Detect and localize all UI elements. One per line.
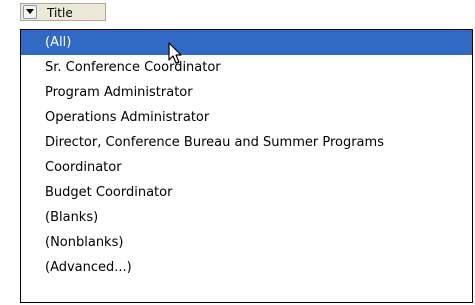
filter-option-budget-coordinator[interactable]: Budget Coordinator bbox=[21, 180, 472, 205]
filter-option-advanced[interactable]: (Advanced...) bbox=[21, 255, 472, 280]
filter-option-sr-conference-coordinator[interactable]: Sr. Conference Coordinator bbox=[21, 55, 472, 80]
filter-options-list: (All) Sr. Conference Coordinator Program… bbox=[21, 30, 472, 280]
dropdown-arrow-icon bbox=[26, 9, 34, 14]
column-header-title: Title bbox=[20, 3, 106, 21]
filter-option-director-conference-bureau[interactable]: Director, Conference Bureau and Summer P… bbox=[21, 130, 472, 155]
filter-option-all[interactable]: (All) bbox=[21, 30, 472, 55]
filter-option-program-administrator[interactable]: Program Administrator bbox=[21, 80, 472, 105]
column-header-label: Title bbox=[47, 6, 73, 20]
filter-option-nonblanks[interactable]: (Nonblanks) bbox=[21, 230, 472, 255]
filter-option-coordinator[interactable]: Coordinator bbox=[21, 155, 472, 180]
filter-option-blanks[interactable]: (Blanks) bbox=[21, 205, 472, 230]
filter-option-operations-administrator[interactable]: Operations Administrator bbox=[21, 105, 472, 130]
autofilter-dropdown-list[interactable]: (All) Sr. Conference Coordinator Program… bbox=[20, 29, 473, 303]
autofilter-screen: Title (All) Sr. Conference Coordinator P… bbox=[0, 0, 475, 305]
autofilter-dropdown-button[interactable] bbox=[23, 5, 37, 19]
